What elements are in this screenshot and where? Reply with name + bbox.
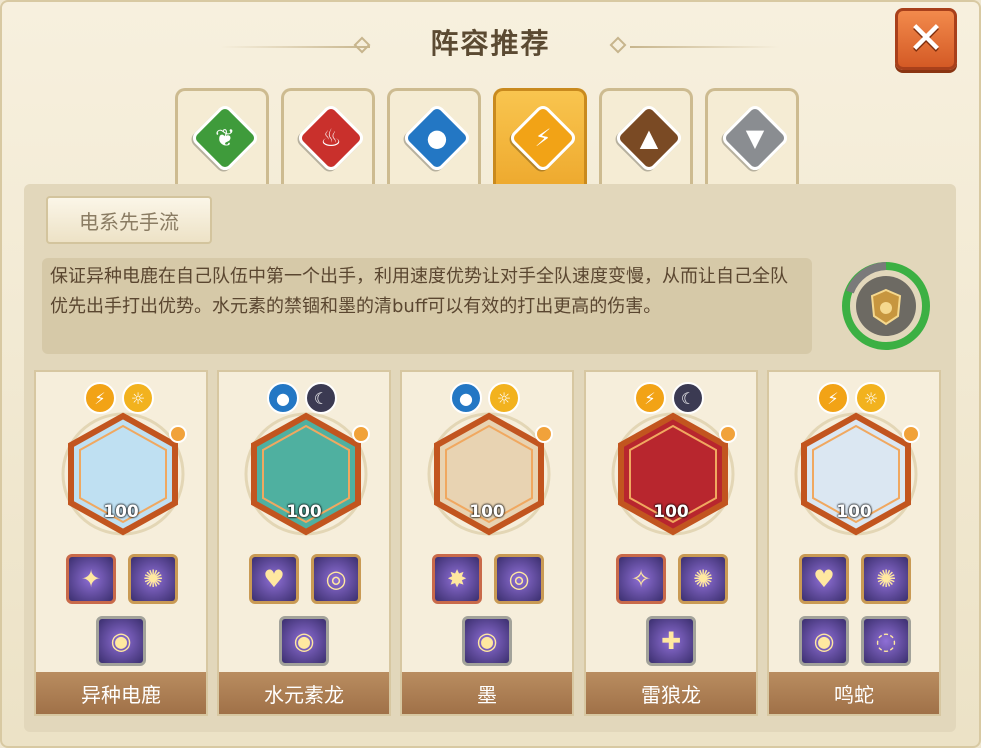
equipment-slot[interactable]: ✺ [128,554,178,604]
team-member-card[interactable]: ● ☼ 100 ✸ ◎ ◉ 墨 [400,370,574,716]
leaf-icon: ❦ [214,124,236,152]
tab-water[interactable]: ● [387,88,481,184]
equipment-slot[interactable]: ◉ [462,616,512,666]
lightning-icon: ⚡ [534,124,552,152]
strategy-name-tag: 电系先手流 [46,196,212,244]
equipment-slot[interactable]: ✚ [646,616,696,666]
sun-icon: ☼ [488,382,520,414]
equipment-slot[interactable]: ◎ [494,554,544,604]
close-icon: ✕ [907,13,945,64]
tab-grass[interactable]: ❦ [175,88,269,184]
water-drop-icon: ● [267,382,299,414]
flame-icon: ♨ [320,124,342,152]
title-decoration-right [630,46,780,48]
team-member-card[interactable]: ⚡ ☼ 100 ♥ ✺ ◉ ◌ 鸣蛇 [767,370,941,716]
equipment-slot[interactable]: ♥ [799,554,849,604]
tab-metal[interactable]: ▼ [705,88,799,184]
equipment-slot[interactable]: ◌ [861,616,911,666]
moon-icon: ☾ [672,382,704,414]
moon-icon: ☾ [305,382,337,414]
bolt-icon: ▼ [745,124,765,152]
close-button[interactable]: ✕ [895,8,957,70]
equipment-slot[interactable]: ◉ [799,616,849,666]
sun-icon: ☼ [122,382,154,414]
level-label: 100 [836,502,872,522]
sun-icon: ☼ [855,382,887,414]
water-drop-icon: ● [426,124,448,152]
team-member-card[interactable]: ● ☾ 100 ♥ ◎ ◉ 水元素龙 [217,370,391,716]
dragon-name: 鸣蛇 [769,672,939,714]
equipment-slot[interactable]: ✦ [66,554,116,604]
dragon-name: 雷狼龙 [586,672,756,714]
level-label: 100 [103,502,139,522]
level-label: 100 [286,502,322,522]
equipment-slot[interactable]: ◎ [311,554,361,604]
equipment-slot[interactable]: ✺ [861,554,911,604]
page-title: 阵容推荐 [430,27,551,60]
team-member-card[interactable]: ⚡ ☼ 100 ✦ ✺ ◉ 异种电鹿 [34,370,208,716]
level-label: 100 [469,502,505,522]
shield-badge-icon[interactable] [842,262,930,350]
water-drop-icon: ● [450,382,482,414]
equipment-slot[interactable]: ◉ [96,616,146,666]
equipment-slot[interactable]: ◉ [279,616,329,666]
dragon-name: 墨 [402,672,572,714]
level-label: 100 [653,502,689,522]
lightning-icon: ⚡ [817,382,849,414]
dragon-name: 水元素龙 [219,672,389,714]
tab-ground[interactable]: ▲ [599,88,693,184]
lightning-icon: ⚡ [84,382,116,414]
mountain-icon: ▲ [639,124,659,152]
equipment-slot[interactable]: ✸ [432,554,482,604]
tab-electric[interactable]: ⚡ [493,88,587,184]
lightning-icon: ⚡ [634,382,666,414]
dragon-name: 异种电鹿 [36,672,206,714]
tab-fire[interactable]: ♨ [281,88,375,184]
equipment-slot[interactable]: ♥ [249,554,299,604]
equipment-slot[interactable]: ✺ [678,554,728,604]
strategy-description: 保证异种电鹿在自己队伍中第一个出手，利用速度优势让对手全队速度变慢，从而让自己全… [42,258,812,354]
equipment-slot[interactable]: ✧ [616,554,666,604]
team-member-card[interactable]: ⚡ ☾ 100 ✧ ✺ ✚ 雷狼龙 [584,370,758,716]
